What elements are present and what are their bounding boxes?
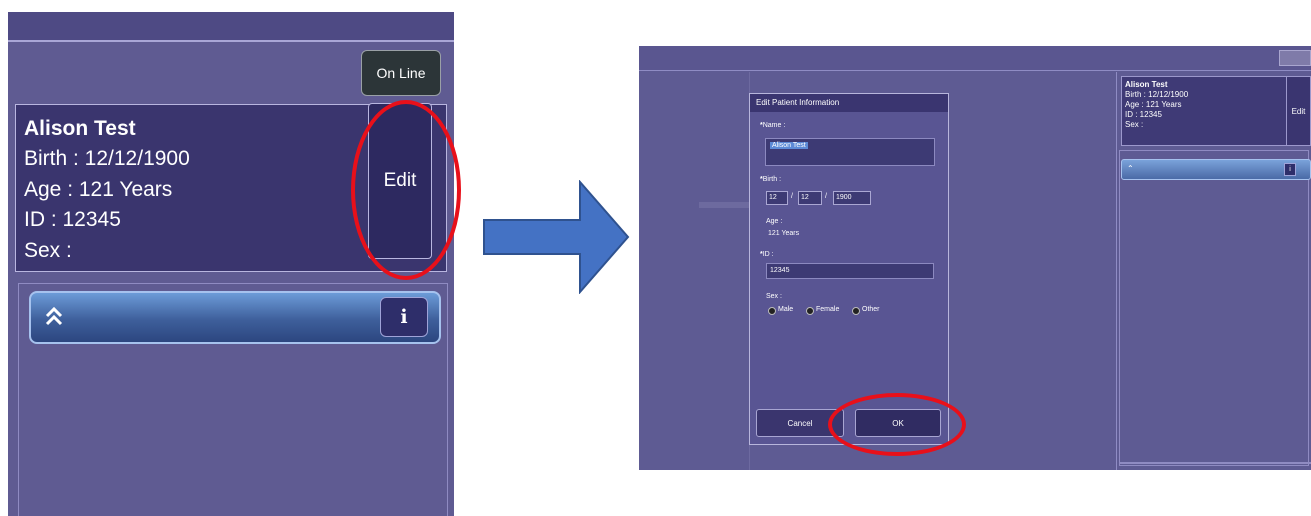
ok-highlight-ellipse [828,393,966,456]
patient-sex: Sex : [1125,120,1144,129]
double-chevron-up-icon: ⌃ [1127,164,1134,173]
date-separator: / [791,193,793,200]
date-separator: / [825,193,827,200]
faded-text [639,187,759,197]
birth-year-field[interactable]: 1900 [833,191,871,205]
male-label: Male [778,306,794,313]
arrow-right-icon [483,180,630,294]
edit-button[interactable]: Edit [1286,76,1311,146]
patient-age: Age : 121 Years [24,178,173,201]
name-label: *Name : [760,122,786,129]
online-button[interactable]: On Line [361,50,441,96]
info-button[interactable]: i [1284,163,1296,176]
edit-highlight-ellipse [351,100,461,280]
female-radio[interactable] [806,307,814,315]
male-radio[interactable] [768,307,776,315]
id-label: *ID : [760,251,774,258]
edit-patient-dialog: Edit Patient Information *Name : Alison … [749,93,949,445]
patient-name: Alison Test [24,117,136,140]
age-value: 121 Years [768,230,800,237]
birth-month-field[interactable]: 12 [798,191,822,205]
info-button[interactable]: i [380,297,428,337]
lower-panel [1119,150,1309,466]
female-label: Female [816,306,840,313]
id-field[interactable]: 12345 [766,263,934,279]
patient-info-card: Alison Test Birth : 12/12/1900 Age : 121… [1121,76,1311,146]
name-field[interactable]: Alison Test [765,138,935,166]
name-value: Alison Test [770,142,808,149]
birth-day-field[interactable]: 12 [766,191,788,205]
dialog-title: Edit Patient Information [750,94,948,112]
sex-label: Sex : [766,293,782,300]
edit-dialog-screen: Alison Test Birth : 12/12/1900 Age : 121… [639,46,1311,470]
patient-age: Age : 121 Years [1125,100,1182,109]
patient-id: ID : 12345 [1125,110,1162,119]
faded-bar [699,202,751,208]
top-bar [8,12,454,42]
expand-bar[interactable]: ⌃ i [1121,159,1311,180]
top-bar [639,46,1311,71]
top-right-button[interactable] [1279,50,1311,66]
double-chevron-up-icon [45,306,63,326]
patient-name: Alison Test [1125,80,1168,89]
age-label: Age : [766,218,783,225]
patient-birth: Birth : 12/12/1900 [1125,90,1189,99]
other-label: Other [862,306,880,313]
patient-sex: Sex : [24,239,72,262]
expand-bar[interactable]: i [29,291,441,344]
patient-id: ID : 12345 [24,208,121,231]
divider [1119,462,1311,464]
birth-label: *Birth : [760,176,782,183]
patient-birth: Birth : 12/12/1900 [24,147,190,170]
other-radio[interactable] [852,307,860,315]
